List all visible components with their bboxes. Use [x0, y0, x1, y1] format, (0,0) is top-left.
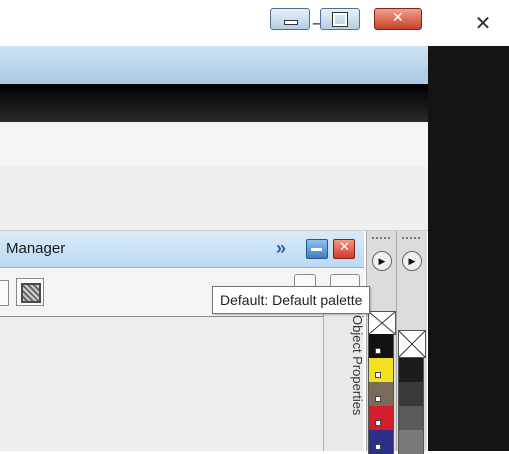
- os-close-button[interactable]: ✕: [460, 8, 506, 38]
- app-title-bar: [0, 46, 428, 85]
- layer-properties-button[interactable]: [16, 278, 44, 306]
- desktop-background: [428, 46, 509, 451]
- palette-grip[interactable]: [402, 237, 420, 243]
- minimize-icon: [284, 20, 298, 25]
- color-swatch[interactable]: [368, 358, 394, 382]
- no-fill-swatch[interactable]: [398, 330, 426, 358]
- play-icon: ▶: [408, 255, 416, 266]
- swatch-marker: [375, 348, 381, 354]
- close-icon: ✕: [474, 11, 492, 35]
- docker-close-button[interactable]: ✕: [333, 239, 355, 259]
- app-restore-button[interactable]: [320, 8, 360, 30]
- swatch-marker: [375, 444, 381, 450]
- docker-header: Manager » ✕: [0, 231, 364, 268]
- palette-tooltip: Default: Default palette: [212, 286, 371, 314]
- swatch-marker: [375, 420, 381, 426]
- property-bar: [0, 166, 428, 231]
- palette-scroll-button[interactable]: ▶: [372, 251, 392, 271]
- close-icon: ✕: [339, 240, 350, 255]
- swatch-marker: [375, 396, 381, 402]
- restore-icon: [332, 12, 348, 27]
- color-swatch[interactable]: [368, 406, 394, 430]
- palette-grip[interactable]: [372, 237, 390, 243]
- docker-title: Manager: [6, 240, 66, 257]
- menu-area: [0, 84, 428, 122]
- toolbar-button-partial[interactable]: [0, 280, 9, 306]
- color-swatch[interactable]: [368, 334, 394, 358]
- color-swatch[interactable]: [398, 406, 424, 430]
- docker-minimize-button[interactable]: [306, 239, 328, 259]
- expand-icon[interactable]: »: [276, 238, 286, 259]
- no-color-icon: [368, 311, 396, 335]
- app-minimize-button[interactable]: [270, 8, 310, 30]
- standard-toolbar: [0, 122, 428, 167]
- play-icon: ▶: [378, 255, 386, 266]
- swatch-marker: [375, 372, 381, 378]
- color-swatch[interactable]: [398, 382, 424, 406]
- app-close-button[interactable]: ✕: [374, 8, 422, 30]
- color-swatch[interactable]: [398, 430, 424, 454]
- object-properties-tab-label: Object Properties: [350, 315, 365, 416]
- color-swatch[interactable]: [398, 358, 424, 382]
- close-icon: ✕: [392, 10, 404, 26]
- layer-icon: [21, 283, 41, 303]
- os-title-bar: [0, 0, 509, 46]
- no-fill-swatch[interactable]: [368, 311, 396, 335]
- color-swatch[interactable]: [368, 382, 394, 406]
- no-color-icon: [398, 330, 426, 358]
- color-swatch[interactable]: [368, 430, 394, 454]
- palette-scroll-button[interactable]: ▶: [402, 251, 422, 271]
- minimize-icon: [311, 248, 322, 251]
